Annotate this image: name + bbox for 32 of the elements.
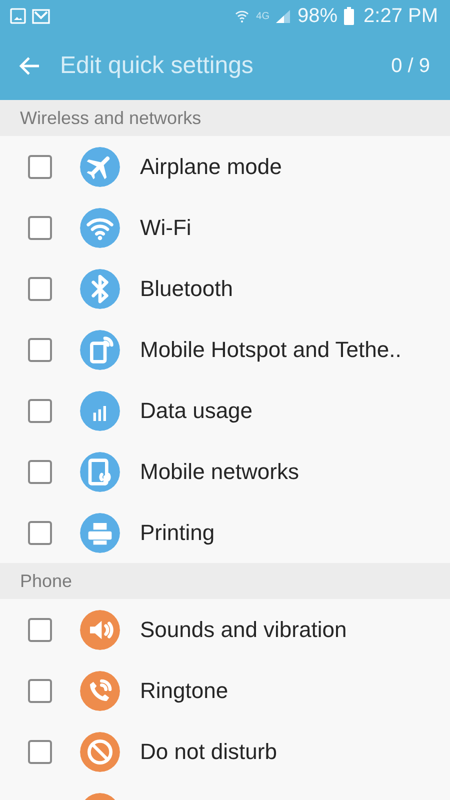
setting-label[interactable]: Data usage bbox=[140, 398, 253, 424]
checkbox[interactable] bbox=[28, 740, 52, 764]
setting-label[interactable]: Mobile Hotspot and Tethe.. bbox=[140, 336, 402, 362]
checkbox[interactable] bbox=[28, 216, 52, 240]
picture-icon bbox=[10, 8, 26, 24]
setting-label[interactable]: Sounds and vibration bbox=[140, 616, 347, 642]
setting-label[interactable]: Airplane mode bbox=[140, 154, 282, 180]
setting-label[interactable]: Bluetooth bbox=[140, 276, 233, 302]
setting-label[interactable]: Wi-Fi bbox=[140, 214, 192, 240]
checkbox[interactable] bbox=[28, 398, 52, 422]
selection-count: 0 / 9 bbox=[391, 54, 430, 78]
battery-icon bbox=[344, 7, 354, 25]
checkbox[interactable] bbox=[28, 678, 52, 702]
clock: 2:27 PM bbox=[364, 4, 438, 28]
screen-title: Edit quick settings bbox=[60, 52, 254, 80]
checkbox[interactable] bbox=[28, 520, 52, 544]
checkbox[interactable] bbox=[28, 154, 52, 178]
section-header: Wireless and networks bbox=[0, 100, 450, 136]
setting-label[interactable]: Printing bbox=[140, 520, 215, 546]
checkbox[interactable] bbox=[28, 338, 52, 362]
checkbox[interactable] bbox=[28, 618, 52, 642]
wifi-icon bbox=[234, 8, 250, 24]
section-header: Phone bbox=[0, 563, 450, 599]
setting-label[interactable]: Do not disturb bbox=[140, 738, 277, 764]
battery-level: 98% bbox=[297, 4, 338, 28]
checkbox[interactable] bbox=[28, 460, 52, 484]
mail-icon bbox=[32, 8, 50, 24]
setting-label[interactable]: Mobile networks bbox=[140, 458, 299, 484]
network-type: 4G bbox=[256, 10, 270, 22]
signal-icon bbox=[275, 8, 292, 24]
checkbox[interactable] bbox=[28, 276, 52, 300]
setting-label[interactable]: Ringtone bbox=[140, 678, 228, 704]
